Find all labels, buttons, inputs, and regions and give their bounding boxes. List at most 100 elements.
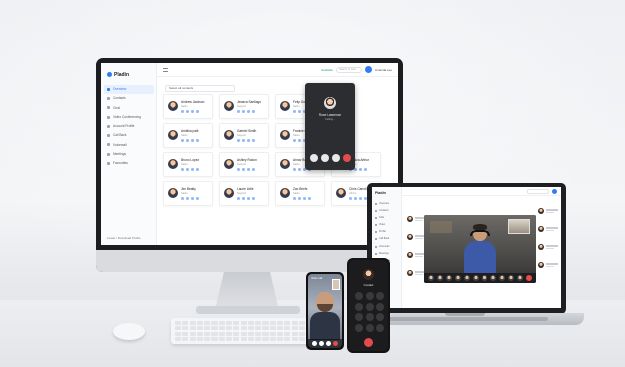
laptop-avatar[interactable] [552, 189, 557, 194]
more-icon[interactable] [308, 197, 311, 200]
contact-card[interactable]: Laurie Little Support [219, 181, 269, 206]
search-input[interactable]: Search or Dial [335, 66, 362, 73]
sidebar-footer[interactable]: Linear / Download Profile [107, 236, 141, 240]
call-icon[interactable] [181, 197, 184, 200]
call-icon[interactable] [237, 197, 240, 200]
chat-icon[interactable] [298, 139, 301, 142]
laptop-sidebar-item[interactable]: Meetings [375, 251, 397, 257]
call-icon[interactable] [181, 110, 184, 113]
end-call-button[interactable] [343, 154, 351, 162]
chat-icon[interactable] [186, 197, 189, 200]
video-toggle-button[interactable] [321, 154, 329, 162]
chat-icon[interactable] [298, 168, 301, 171]
self-view-thumbnail[interactable] [508, 219, 530, 234]
participant-thumb[interactable] [463, 275, 470, 281]
video-icon[interactable] [191, 168, 194, 171]
dial-key[interactable] [376, 323, 384, 332]
chat-icon[interactable] [186, 110, 189, 113]
participant-row[interactable] [538, 225, 558, 234]
call-icon[interactable] [349, 197, 352, 200]
more-icon[interactable] [196, 197, 199, 200]
video-icon[interactable] [359, 168, 362, 171]
contact-card[interactable]: Jessica Santiago Support [219, 94, 269, 119]
laptop-sidebar-item[interactable]: Video [375, 222, 397, 228]
sidebar-item-meetings[interactable]: Meetings [104, 150, 154, 159]
participant-row[interactable] [538, 207, 558, 216]
call-icon[interactable] [237, 168, 240, 171]
chat-icon[interactable] [242, 197, 245, 200]
call-icon[interactable] [293, 139, 296, 142]
contact-card[interactable]: Ashley Rodon Support [219, 152, 269, 177]
chat-icon[interactable] [298, 197, 301, 200]
chat-icon[interactable] [186, 139, 189, 142]
dial-key[interactable] [376, 302, 384, 311]
contact-card[interactable]: Gabriel Smith Support [219, 123, 269, 148]
call-icon[interactable] [237, 139, 240, 142]
end-call-button[interactable] [333, 341, 338, 346]
keypad-button[interactable] [332, 154, 340, 162]
call-icon[interactable] [293, 168, 296, 171]
dial-key[interactable] [355, 302, 363, 311]
laptop-sidebar-item[interactable]: Overview [375, 201, 397, 207]
video-icon[interactable] [247, 168, 250, 171]
dial-key[interactable] [355, 323, 363, 332]
dial-key[interactable] [376, 313, 384, 321]
participant-thumb[interactable] [490, 275, 497, 281]
dial-key[interactable] [365, 302, 374, 311]
end-call-button[interactable] [364, 338, 373, 347]
more-icon[interactable] [196, 139, 199, 142]
speaker-button[interactable] [326, 341, 331, 346]
call-icon[interactable] [237, 110, 240, 113]
sidebar-item-profile[interactable]: Account Profile [104, 122, 154, 131]
participant-row[interactable] [538, 243, 558, 252]
participant-thumb[interactable] [517, 275, 524, 281]
laptop-sidebar-item[interactable]: Call Back [375, 236, 397, 242]
video-icon[interactable] [303, 197, 306, 200]
laptop-sidebar-item[interactable]: Contacts [375, 208, 397, 214]
laptop-sidebar-item[interactable]: Voicemail [375, 244, 397, 250]
self-view-thumbnail[interactable] [332, 279, 340, 290]
participant-row[interactable] [407, 233, 427, 242]
dial-key[interactable] [365, 313, 374, 321]
call-icon[interactable] [181, 139, 184, 142]
participant-row[interactable] [407, 215, 427, 224]
more-icon[interactable] [252, 110, 255, 113]
dial-key[interactable] [355, 313, 363, 321]
video-icon[interactable] [247, 110, 250, 113]
presence-status[interactable]: Available [321, 68, 333, 72]
more-icon[interactable] [196, 110, 199, 113]
mute-button[interactable] [310, 154, 318, 162]
contact-card[interactable]: Andrew Jackson Sales [163, 94, 213, 119]
chat-icon[interactable] [298, 110, 301, 113]
participant-thumb[interactable] [481, 275, 488, 281]
sidebar-item-overview[interactable]: Overview [104, 85, 154, 94]
video-icon[interactable] [191, 139, 194, 142]
video-icon[interactable] [247, 139, 250, 142]
contact-card[interactable]: Jim Beatty Sales [163, 181, 213, 206]
avatar[interactable] [364, 66, 372, 73]
contact-card[interactable]: Ambika patil Sales [163, 123, 213, 148]
sidebar-item-video[interactable]: Video Conferencing [104, 113, 154, 122]
participant-thumb[interactable] [436, 275, 443, 281]
end-call-button[interactable] [526, 275, 533, 281]
more-icon[interactable] [252, 139, 255, 142]
dial-key[interactable] [365, 292, 374, 300]
more-icon[interactable] [364, 168, 367, 171]
video-icon[interactable] [247, 197, 250, 200]
call-icon[interactable] [293, 197, 296, 200]
more-icon[interactable] [252, 168, 255, 171]
video-icon[interactable] [191, 197, 194, 200]
more-icon[interactable] [196, 168, 199, 171]
more-icon[interactable] [252, 197, 255, 200]
dial-key[interactable] [376, 292, 384, 300]
participant-thumb[interactable] [472, 275, 479, 281]
participant-thumb[interactable] [499, 275, 506, 281]
sidebar-item-chat[interactable]: Chat [104, 104, 154, 113]
contact-card[interactable]: Zac Briefs Sales [275, 181, 325, 206]
laptop-sidebar-item[interactable]: Chat [375, 215, 397, 221]
menu-icon[interactable] [163, 68, 168, 72]
video-icon[interactable] [191, 110, 194, 113]
sidebar-item-contacts[interactable]: Contacts [104, 94, 154, 103]
chat-icon[interactable] [354, 197, 357, 200]
dial-key[interactable] [355, 292, 363, 300]
